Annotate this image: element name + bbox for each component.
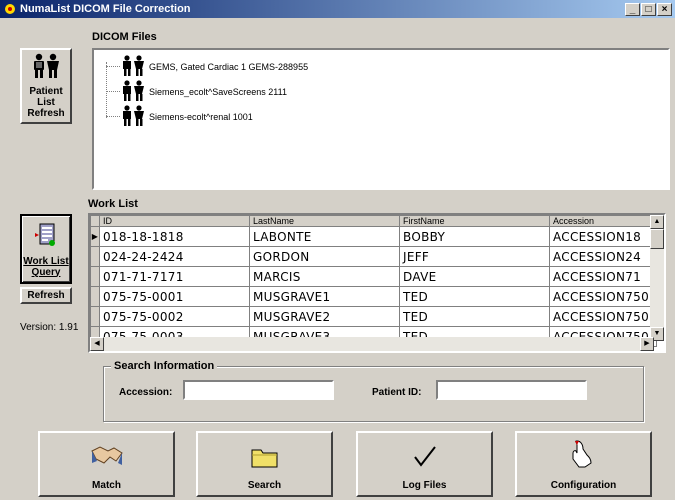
cell-id[interactable]: 071-71-7171 bbox=[99, 266, 250, 287]
people-icon bbox=[30, 53, 62, 82]
folder-icon bbox=[250, 445, 280, 472]
work-list-query-label: Work List Query bbox=[23, 255, 69, 278]
cell-firstname[interactable]: JEFF bbox=[399, 246, 550, 267]
row-selector-icon[interactable]: ▶ bbox=[90, 226, 100, 247]
cell-accession[interactable]: ACCESSION750 bbox=[549, 286, 657, 307]
patient-list-refresh-label: Patient List Refresh bbox=[27, 86, 65, 119]
scroll-thumb[interactable] bbox=[650, 229, 664, 249]
row-selector[interactable] bbox=[90, 306, 100, 327]
patient-id-input[interactable] bbox=[436, 380, 587, 400]
table-row[interactable]: 024-24-2424 GORDON JEFF ACCESSION24 bbox=[90, 246, 657, 267]
cell-lastname[interactable]: MUSGRAVE2 bbox=[249, 306, 400, 327]
people-icon bbox=[120, 80, 146, 104]
search-label: Search bbox=[247, 480, 282, 491]
table-row[interactable]: 075-75-0001 MUSGRAVE1 TED ACCESSION750 bbox=[90, 286, 657, 307]
log-files-button[interactable]: Log Files bbox=[356, 431, 493, 497]
column-header-lastname[interactable]: LastName bbox=[249, 215, 400, 227]
cell-accession[interactable]: ACCESSION71 bbox=[549, 266, 657, 287]
app-icon bbox=[3, 2, 17, 16]
patient-list-refresh-button[interactable]: Patient List Refresh bbox=[20, 48, 72, 124]
accession-input[interactable] bbox=[183, 380, 334, 400]
maximize-button[interactable]: □ bbox=[641, 2, 656, 16]
tree-item[interactable]: Siemens-ecolt^renal 1001 bbox=[120, 105, 253, 129]
cell-firstname[interactable]: TED bbox=[399, 286, 550, 307]
people-icon bbox=[120, 55, 146, 79]
cell-lastname[interactable]: LABONTE bbox=[249, 226, 400, 247]
cell-id[interactable]: 075-75-0002 bbox=[99, 306, 250, 327]
tree-item-label: Siemens_ecolt^SaveScreens 2111 bbox=[149, 87, 287, 97]
search-button[interactable]: Search bbox=[196, 431, 333, 497]
tree-item-label: Siemens-ecolt^renal 1001 bbox=[149, 112, 253, 122]
work-list-grid[interactable]: ID LastName FirstName Accession ▶ 018-18… bbox=[88, 213, 666, 353]
cell-firstname[interactable]: TED bbox=[399, 306, 550, 327]
work-list-query-button[interactable]: Work List Query bbox=[20, 214, 72, 284]
version-label: Version: 1.91 bbox=[20, 322, 79, 333]
scroll-right-arrow-icon[interactable]: ▶ bbox=[640, 337, 654, 351]
search-information-legend: Search Information bbox=[111, 360, 218, 372]
cell-firstname[interactable]: BOBBY bbox=[399, 226, 550, 247]
accession-label: Accession: bbox=[119, 387, 173, 398]
column-header-accession[interactable]: Accession bbox=[549, 215, 657, 227]
scroll-up-arrow-icon[interactable]: ▲ bbox=[650, 215, 664, 229]
cell-id[interactable]: 075-75-0001 bbox=[99, 286, 250, 307]
cell-lastname[interactable]: GORDON bbox=[249, 246, 400, 267]
match-button[interactable]: Match bbox=[38, 431, 175, 497]
table-row[interactable]: 075-75-0002 MUSGRAVE2 TED ACCESSION750 bbox=[90, 306, 657, 327]
refresh-label: Refresh bbox=[27, 290, 65, 301]
match-label: Match bbox=[92, 480, 121, 491]
log-files-label: Log Files bbox=[402, 480, 447, 491]
minimize-button[interactable]: _ bbox=[625, 2, 640, 16]
table-row[interactable]: ▶ 018-18-1818 LABONTE BOBBY ACCESSION18 bbox=[90, 226, 657, 247]
worklist-document-icon bbox=[32, 221, 60, 252]
configuration-button[interactable]: Configuration bbox=[515, 431, 652, 497]
cell-firstname[interactable]: DAVE bbox=[399, 266, 550, 287]
title-bar: NumaList DICOM File Correction _ □ × bbox=[0, 0, 675, 18]
people-icon bbox=[120, 105, 146, 129]
window-title: NumaList DICOM File Correction bbox=[20, 3, 191, 15]
tree-item[interactable]: GEMS, Gated Cardiac 1 GEMS-288955 bbox=[120, 55, 308, 79]
hand-pointer-icon bbox=[569, 439, 599, 472]
table-header-row: ID LastName FirstName Accession bbox=[90, 215, 657, 227]
handshake-icon bbox=[90, 441, 124, 472]
horizontal-scrollbar[interactable]: ◀ ▶ bbox=[90, 337, 654, 351]
cell-accession[interactable]: ACCESSION18 bbox=[549, 226, 657, 247]
work-list-label: Work List bbox=[88, 198, 138, 210]
cell-lastname[interactable]: MARCIS bbox=[249, 266, 400, 287]
cell-id[interactable]: 018-18-1818 bbox=[99, 226, 250, 247]
table-row[interactable]: 071-71-7171 MARCIS DAVE ACCESSION71 bbox=[90, 266, 657, 287]
row-selector[interactable] bbox=[90, 246, 100, 267]
dicom-file-tree[interactable]: GEMS, Gated Cardiac 1 GEMS-288955 Siemen… bbox=[92, 48, 670, 190]
checkmark-icon bbox=[412, 445, 438, 472]
tree-item-label: GEMS, Gated Cardiac 1 GEMS-288955 bbox=[149, 62, 309, 72]
vertical-scrollbar[interactable]: ▲ ▼ bbox=[650, 215, 664, 341]
column-header-id[interactable]: ID bbox=[99, 215, 250, 227]
cell-accession[interactable]: ACCESSION750 bbox=[549, 306, 657, 327]
row-header-corner bbox=[90, 215, 100, 227]
work-list-table: ID LastName FirstName Accession ▶ 018-18… bbox=[90, 215, 657, 347]
configuration-label: Configuration bbox=[550, 480, 617, 491]
tree-item[interactable]: Siemens_ecolt^SaveScreens 2111 bbox=[120, 80, 287, 104]
column-header-firstname[interactable]: FirstName bbox=[399, 215, 550, 227]
row-selector[interactable] bbox=[90, 286, 100, 307]
dicom-files-label: DICOM Files bbox=[92, 31, 157, 43]
patient-id-label: Patient ID: bbox=[372, 387, 422, 398]
refresh-button[interactable]: Refresh bbox=[20, 287, 72, 304]
cell-id[interactable]: 024-24-2424 bbox=[99, 246, 250, 267]
row-selector[interactable] bbox=[90, 266, 100, 287]
cell-lastname[interactable]: MUSGRAVE1 bbox=[249, 286, 400, 307]
scroll-left-arrow-icon[interactable]: ◀ bbox=[90, 337, 104, 351]
cell-accession[interactable]: ACCESSION24 bbox=[549, 246, 657, 267]
close-button[interactable]: × bbox=[657, 2, 672, 16]
